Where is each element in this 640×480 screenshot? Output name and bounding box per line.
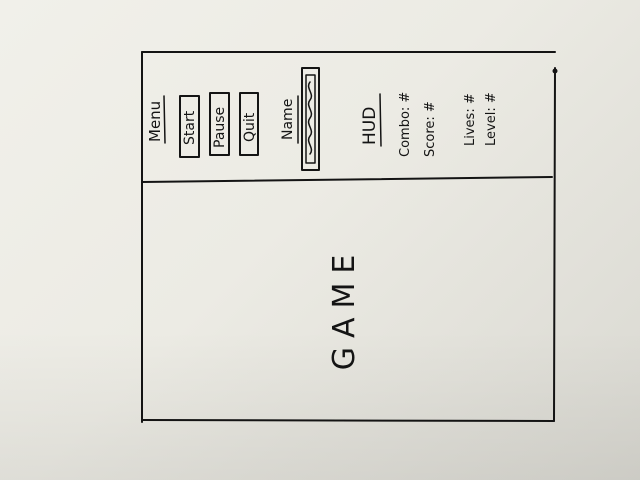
region-divider	[141, 176, 553, 183]
wireframe-sketch: Menu Start Pause Quit Name HUD Combo: # …	[141, 51, 558, 423]
pause-button[interactable]: Pause	[212, 107, 228, 148]
hud-section: HUD Combo: # Score: # Lives: # Level: #	[360, 92, 499, 157]
name-input-field[interactable]	[301, 67, 320, 171]
hud-score: Score: #	[423, 101, 438, 157]
name-scribble	[307, 81, 313, 155]
hud-level: Level: #	[484, 92, 499, 146]
hud-combo: Combo: #	[398, 92, 413, 157]
name-label: Name	[280, 99, 296, 140]
quit-button[interactable]: Quit	[242, 112, 258, 142]
menu-title-underline	[163, 95, 166, 144]
hud-title: HUD	[360, 107, 380, 145]
start-button[interactable]: Start	[182, 110, 198, 145]
game-label: GAME	[327, 246, 362, 371]
hud-title-underline	[379, 93, 382, 147]
hud-lives: Lives: #	[463, 93, 478, 146]
menu-section: Menu Start Pause Quit Name	[146, 67, 320, 171]
frame-dot	[552, 68, 558, 74]
menu-title: Menu	[146, 101, 164, 142]
